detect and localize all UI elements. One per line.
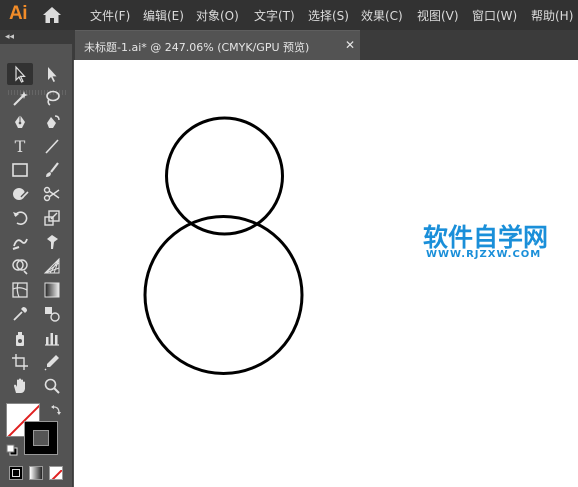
color-mode-button[interactable] [9, 466, 23, 480]
collapse-panel-icon[interactable]: ◂◂ [5, 32, 14, 42]
document-tab[interactable]: 未标题-1.ai* @ 247.06% (CMYK/GPU 预览) ✕ [75, 30, 360, 60]
puppet-warp-tool-icon[interactable] [39, 231, 65, 253]
paintbrush-tool-icon[interactable] [39, 159, 65, 181]
menu-bar: Ai 文件(F) 编辑(E) 对象(O) 文字(T) 选择(S) 效果(C) 视… [0, 0, 578, 30]
artboard-canvas[interactable]: 软件自学网 WWW.RJZXW.COM [74, 60, 578, 487]
curvature-tool-icon[interactable] [39, 111, 65, 133]
menu-file[interactable]: 文件(F) [90, 7, 130, 24]
shaper-tool-icon[interactable] [7, 183, 33, 205]
symbol-sprayer-tool-icon[interactable] [7, 327, 33, 349]
type-tool-icon[interactable]: T [7, 135, 33, 157]
color-mode-glyph [12, 469, 20, 477]
scale-tool-icon[interactable] [39, 207, 65, 229]
default-fill-stroke-icon[interactable] [6, 444, 18, 456]
scissors-tool-icon[interactable] [39, 183, 65, 205]
perspective-grid-tool-icon[interactable] [39, 255, 65, 277]
direct-selection-tool-icon[interactable] [39, 63, 65, 85]
none-mode-button[interactable] [49, 466, 63, 480]
menu-help[interactable]: 帮助(H) [531, 7, 573, 24]
app-logo: Ai [9, 3, 28, 24]
document-tab-label: 未标题-1.ai* @ 247.06% (CMYK/GPU 预览) [84, 41, 310, 54]
warp-tool-icon[interactable] [7, 231, 33, 253]
blend-tool-icon[interactable] [39, 303, 65, 325]
close-tab-icon[interactable]: ✕ [345, 38, 355, 52]
menu-select[interactable]: 选择(S) [308, 7, 349, 24]
stroke-color-swatch[interactable] [24, 421, 58, 455]
zoom-tool-icon[interactable] [39, 375, 65, 397]
column-graph-tool-icon[interactable] [39, 327, 65, 349]
swap-fill-stroke-icon[interactable] [50, 404, 62, 416]
none-slash-icon [51, 469, 62, 479]
slice-tool-icon[interactable] [39, 351, 65, 373]
artwork-layer [143, 116, 304, 375]
menu-edit[interactable]: 编辑(E) [143, 7, 184, 24]
gradient-tool-icon[interactable] [39, 279, 65, 301]
menu-effect[interactable]: 效果(C) [361, 7, 403, 24]
large-circle[interactable] [143, 215, 304, 375]
lasso-tool-icon[interactable] [39, 87, 65, 109]
menu-object[interactable]: 对象(O) [196, 7, 239, 24]
shape-builder-tool-icon[interactable] [7, 255, 33, 277]
gradient-mode-button[interactable] [29, 466, 43, 480]
mesh-tool-icon[interactable] [7, 279, 33, 301]
rotate-tool-icon[interactable] [7, 207, 33, 229]
menu-type[interactable]: 文字(T) [254, 7, 295, 24]
magic-wand-tool-icon[interactable] [7, 87, 33, 109]
menu-view[interactable]: 视图(V) [417, 7, 459, 24]
watermark-url: WWW.RJZXW.COM [426, 249, 542, 260]
stroke-inner-well [33, 430, 49, 446]
line-segment-tool-icon[interactable] [39, 135, 65, 157]
pen-tool-icon[interactable] [7, 111, 33, 133]
rectangle-tool-icon[interactable] [7, 159, 33, 181]
eyedropper-tool-icon[interactable] [7, 303, 33, 325]
home-icon[interactable] [42, 6, 62, 24]
menu-window[interactable]: 窗口(W) [472, 7, 517, 24]
artboard-tool-icon[interactable] [7, 351, 33, 373]
hand-tool-icon[interactable] [7, 375, 33, 397]
selection-tool-icon[interactable] [7, 63, 33, 85]
